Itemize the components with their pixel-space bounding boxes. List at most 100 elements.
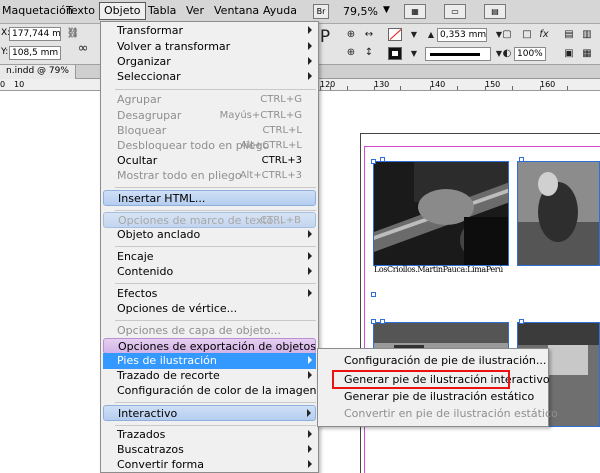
menu-item-desagrupar[interactable]: Desagrupar Mayús+CTRL+G [103,108,316,124]
selection-handle[interactable] [371,319,376,324]
view-options-icon[interactable]: ▦ [404,4,426,19]
selection-handle[interactable] [519,157,524,162]
menu-item-agrupar[interactable]: Agrupar CTRL+G [103,92,316,108]
menu-item-opciones-vertice[interactable]: Opciones de vértice... [103,301,316,317]
constrain-proportions-icon[interactable]: ∞ [76,42,90,56]
opacity-field[interactable]: 100% [514,47,546,61]
menu-item-insertar-html[interactable]: Insertar HTML... [103,190,316,206]
submenu-item-convertir-pie-estatico[interactable]: Convertir en pie de ilustración estático [320,406,558,422]
submenu-arrow-icon [308,289,312,297]
x-position-field[interactable]: 177,744 mm [9,27,61,41]
menu-item-opciones-capa-objeto[interactable]: Opciones de capa de objeto... [103,323,316,339]
menu-item-transformar[interactable]: Transformar [103,23,316,39]
ruler-tick-label: 160 [540,80,556,89]
effects-square-icon[interactable]: □ [520,28,534,42]
submenu-arrow-icon [308,230,312,238]
fit-content-icon[interactable]: ▣ [562,47,576,61]
menu-separator [115,187,316,188]
stroke-weight-stepper-icon[interactable]: ▲ [424,28,438,42]
menu-item-trazados[interactable]: Trazados [103,427,316,443]
stroke-dropdown-icon[interactable]: ▼ [407,47,421,61]
menu-texto[interactable]: Texto [66,4,95,18]
chevron-down-icon[interactable]: ▼ [383,5,390,15]
submenu-arrow-icon [308,356,312,364]
selection-handle[interactable] [380,319,385,324]
drop-shadow-icon[interactable]: ▢ [500,28,514,42]
menu-item-encaje[interactable]: Encaje [103,249,316,265]
fill-swatch-icon[interactable] [388,28,402,41]
submenu-arrow-icon [308,252,312,260]
submenu-arrow-icon [308,26,312,34]
submenu-arrow-icon [308,57,312,65]
menu-maquetacion[interactable]: Maquetación [2,4,73,18]
menu-item-seleccionar[interactable]: Seleccionar [103,69,316,85]
paragraph-icon[interactable]: P [318,29,332,46]
menu-item-bloquear[interactable]: Bloquear CTRL+L [103,123,316,139]
submenu-item-configuracion-pie[interactable]: Configuración de pie de ilustración... [320,353,546,369]
document-tab[interactable]: n.indd @ 79% [0,65,76,79]
menu-item-mostrar-todo[interactable]: Mostrar todo en pliego Alt+CTRL+3 [103,168,316,184]
menu-separator [115,320,316,321]
menu-item-interactivo[interactable]: Interactivo [103,405,316,421]
photo-frame-guitarist[interactable] [373,161,509,266]
submenu-arrow-icon [308,445,312,453]
menu-item-efectos[interactable]: Efectos [103,286,316,302]
stroke-swatch-icon[interactable] [388,47,402,60]
ruler-tick-label: 140 [430,80,446,89]
menu-tabla[interactable]: Tabla [148,4,176,18]
arrange-documents-icon[interactable]: ▤ [484,4,506,19]
fit-frame-icon[interactable]: ▦ [580,47,594,61]
photo-frame-dancer[interactable] [517,161,600,266]
stroke-type-select[interactable] [425,47,491,61]
menu-item-contenido[interactable]: Contenido [103,264,316,280]
menu-item-buscatrazos[interactable]: Buscatrazos [103,442,316,458]
menu-ventana[interactable]: Ventana [214,4,259,18]
none-slash-icon [389,29,402,40]
fill-dropdown-icon[interactable]: ▼ [407,28,421,42]
y-label: Y: [1,47,9,57]
bridge-button[interactable]: Br [313,4,329,19]
selection-handle[interactable] [519,319,524,324]
menu-item-configuracion-color-imagen[interactable]: Configuración de color de la imagen... [103,383,327,399]
screen-mode-icon[interactable]: ▭ [444,4,466,19]
menu-separator [115,402,316,403]
align-icon[interactable]: ⊕ [344,28,358,42]
menu-item-desbloquear-todo[interactable]: Desbloquear todo en pliego Alt+CTRL+L [103,138,316,154]
menu-objeto[interactable]: Objeto [99,2,146,20]
fx-icon[interactable]: fx [537,28,551,42]
menu-item-convertir-forma[interactable]: Convertir forma [103,457,316,473]
menu-item-organizar[interactable]: Organizar [103,54,316,70]
chain-icon[interactable]: ⛓ [66,27,80,41]
flip-vertical-icon[interactable]: ↕ [362,46,376,60]
menu-ver[interactable]: Ver [186,4,204,18]
menu-item-objeto-anclado[interactable]: Objeto anclado [103,227,316,243]
text-wrap-icon[interactable]: ▤ [562,28,576,42]
distribute-icon[interactable]: ⊕ [344,46,358,60]
photo-caption[interactable]: LosCriollos.MartinPauca:LimaPerú [374,265,503,274]
submenu-item-generar-pie-estatico[interactable]: Generar pie de ilustración estático [320,389,546,405]
menu-separator [115,210,316,211]
menu-item-opciones-exportacion[interactable]: Opciones de exportación de objetos... [103,338,326,354]
menu-item-ocultar[interactable]: Ocultar CTRL+3 [103,153,316,169]
submenu-arrow-icon [308,371,312,379]
menu-item-volver-a-transformar[interactable]: Volver a transformar [103,39,316,55]
menu-separator [115,425,316,426]
ruler-tick-label: 10 [14,80,25,89]
menu-item-pies-de-ilustracion[interactable]: Pies de ilustración [103,353,316,369]
selection-handle[interactable] [380,157,385,162]
y-position-field[interactable]: 108,5 mm [9,46,61,60]
menu-item-opciones-marco-texto[interactable]: Opciones de marco de texto... CTRL+B [103,212,316,228]
zoom-level[interactable]: 79,5% [343,5,378,18]
menu-ayuda[interactable]: Ayuda [263,4,297,18]
ruler-tick-label: 0 [0,80,6,89]
menu-item-trazado-de-recorte[interactable]: Trazado de recorte [103,368,316,384]
menu-separator [115,283,316,284]
selection-handle[interactable] [371,292,376,297]
guitar-photo [374,162,508,265]
stroke-weight-field[interactable]: 0,353 mm [437,28,487,42]
selection-handle[interactable] [371,159,376,164]
text-wrap-alt-icon[interactable]: ▥ [580,28,594,42]
flip-horizontal-icon[interactable]: ↔ [362,28,376,42]
submenu-arrow-icon [308,267,312,275]
ruler-tick-label: 150 [485,80,501,89]
